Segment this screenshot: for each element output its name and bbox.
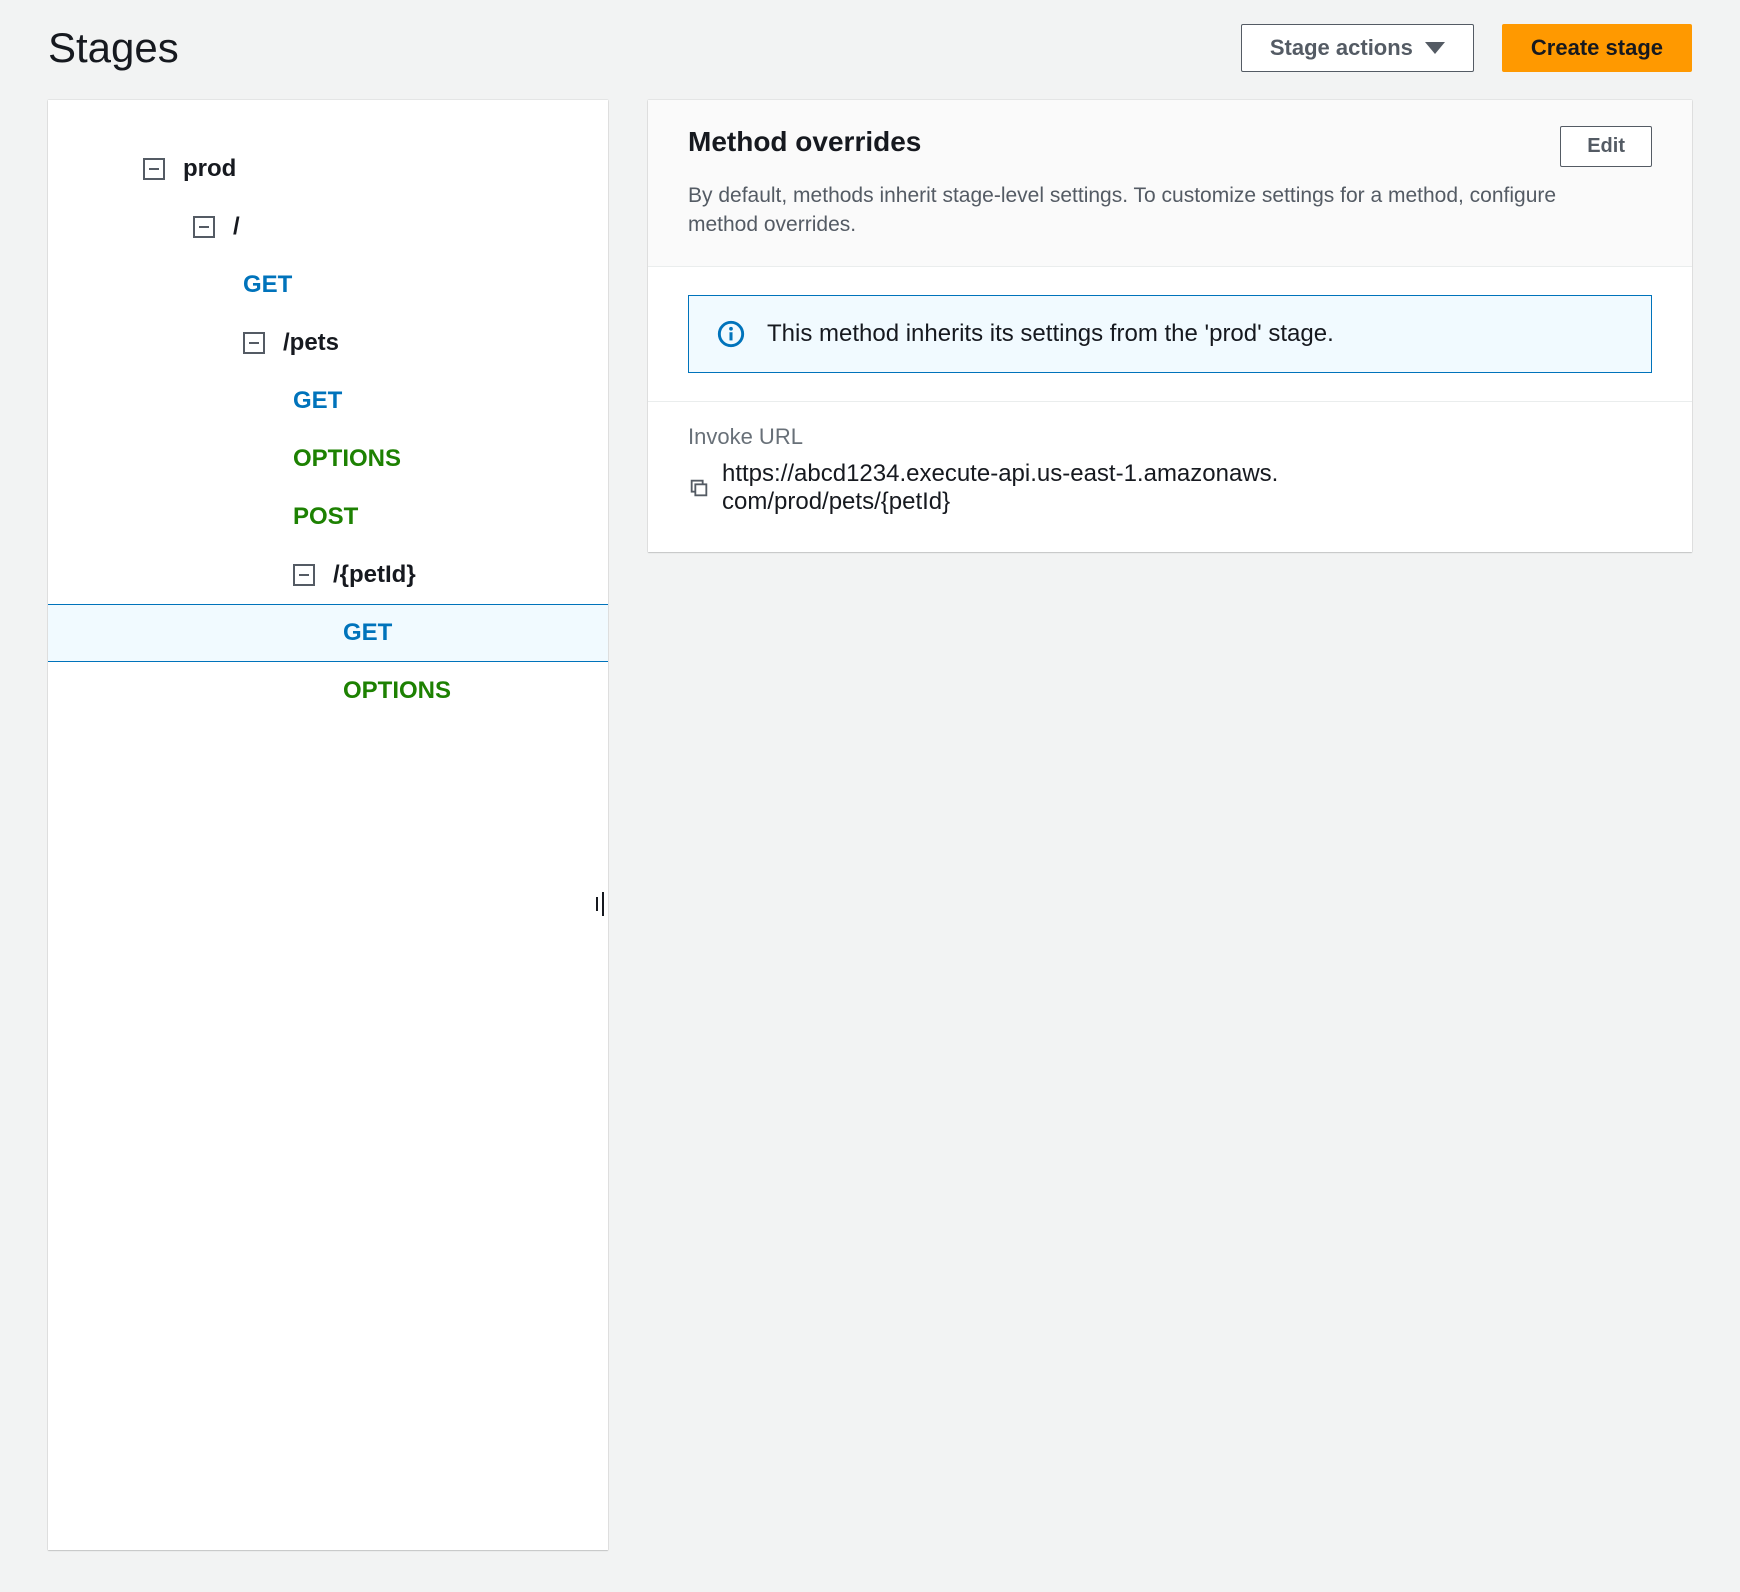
- resource-label: /{petId}: [333, 561, 416, 589]
- tree-node-options[interactable]: OPTIONS: [48, 430, 608, 488]
- overrides-header-top: Method overrides Edit: [688, 126, 1652, 167]
- collapse-icon[interactable]: [293, 564, 315, 586]
- resource-label: /pets: [283, 329, 339, 357]
- resource-label: /: [233, 213, 240, 241]
- overrides-header: Method overrides Edit By default, method…: [648, 100, 1692, 267]
- tree-node-petid[interactable]: /{petId}: [48, 546, 608, 604]
- method-label: POST: [293, 503, 358, 531]
- method-label: OPTIONS: [343, 677, 451, 705]
- page-header: Stages Stage actions Create stage: [48, 0, 1692, 100]
- info-message: This method inherits its settings from t…: [767, 320, 1334, 348]
- invoke-url-label: Invoke URL: [688, 424, 1652, 450]
- method-label: GET: [343, 619, 392, 647]
- overrides-description: By default, methods inherit stage-level …: [688, 181, 1558, 240]
- method-label: OPTIONS: [293, 445, 401, 473]
- invoke-url-row: https://abcd1234.execute-api.us-east-1.a…: [688, 460, 1652, 516]
- stages-tree: prod / GET/pets GET OPTIONS POST /{petId} GET OP…: [48, 140, 608, 720]
- tree-node-prod[interactable]: prod: [48, 140, 608, 198]
- tree-node-post[interactable]: POST: [48, 488, 608, 546]
- method-label: GET: [243, 271, 292, 299]
- tree-node-pets[interactable]: /pets: [48, 314, 608, 372]
- tree-node-get[interactable]: GET: [48, 604, 608, 662]
- stage-label: prod: [183, 155, 236, 183]
- header-actions: Stage actions Create stage: [1241, 24, 1692, 72]
- info-box-container: This method inherits its settings from t…: [648, 267, 1692, 402]
- tree-node-options[interactable]: OPTIONS: [48, 662, 608, 720]
- invoke-url-value: https://abcd1234.execute-api.us-east-1.a…: [722, 460, 1282, 516]
- collapse-icon[interactable]: [143, 158, 165, 180]
- info-icon: [717, 320, 745, 348]
- panel-resize-handle[interactable]: [596, 890, 608, 918]
- page-title: Stages: [48, 24, 179, 72]
- content: prod / GET/pets GET OPTIONS POST /{petId} GET OP…: [48, 100, 1692, 1550]
- info-box: This method inherits its settings from t…: [688, 295, 1652, 373]
- edit-button[interactable]: Edit: [1560, 126, 1652, 167]
- stage-actions-button[interactable]: Stage actions: [1241, 24, 1474, 72]
- collapse-icon[interactable]: [243, 332, 265, 354]
- stage-actions-label: Stage actions: [1270, 35, 1413, 61]
- invoke-section: Invoke URL https://abcd1234.execute-api.…: [648, 402, 1692, 552]
- stages-tree-panel: prod / GET/pets GET OPTIONS POST /{petId} GET OP…: [48, 100, 608, 1550]
- copy-icon[interactable]: [688, 477, 710, 499]
- tree-node-get[interactable]: GET: [48, 256, 608, 314]
- method-overrides-panel: Method overrides Edit By default, method…: [648, 100, 1692, 552]
- method-label: GET: [293, 387, 342, 415]
- tree-node-root[interactable]: /: [48, 198, 608, 256]
- overrides-title: Method overrides: [688, 126, 921, 158]
- tree-node-get[interactable]: GET: [48, 372, 608, 430]
- caret-down-icon: [1425, 42, 1445, 54]
- collapse-icon[interactable]: [193, 216, 215, 238]
- create-stage-button[interactable]: Create stage: [1502, 24, 1692, 72]
